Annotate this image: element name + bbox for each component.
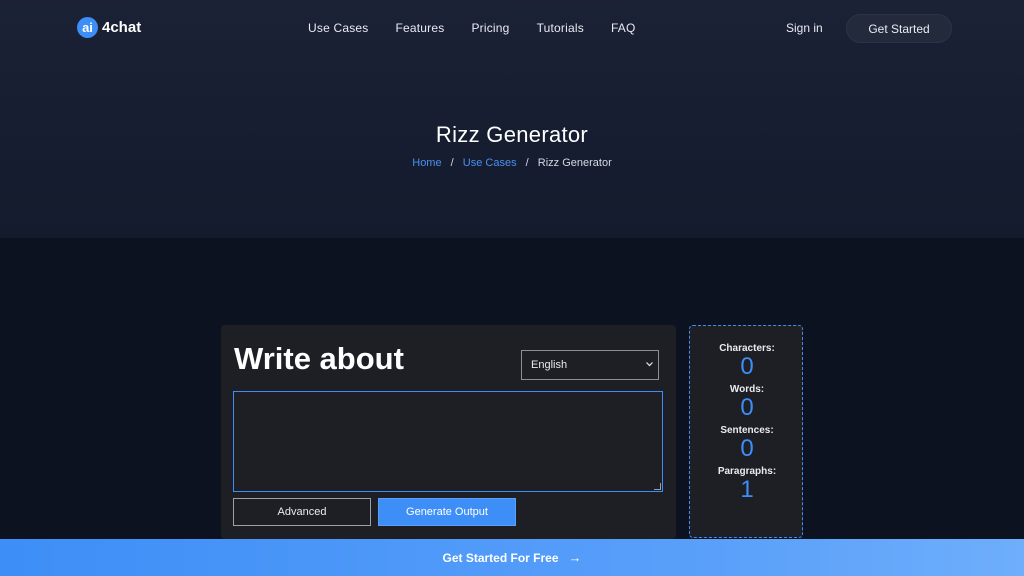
logo-badge: ai <box>77 17 98 38</box>
sign-in-link[interactable]: Sign in <box>786 21 823 35</box>
stat-value: 0 <box>740 394 754 421</box>
nav-link-faq[interactable]: FAQ <box>611 21 636 35</box>
stat-value: 0 <box>740 435 754 462</box>
nav-link-features[interactable]: Features <box>396 21 445 35</box>
stat-value: 0 <box>740 353 754 380</box>
editor-heading: Write about <box>234 341 404 376</box>
nav-link-tutorials[interactable]: Tutorials <box>537 21 584 35</box>
arrow-right-icon: → <box>568 550 582 565</box>
logo-text: 4chat <box>102 19 142 36</box>
stat-characters: Characters: 0 <box>690 343 804 379</box>
stat-value: 1 <box>740 476 754 503</box>
language-select-value: English <box>531 359 568 371</box>
stat-words: Words: 0 <box>690 384 804 420</box>
chevron-down-icon <box>646 359 653 369</box>
top-nav: ai 4chat Use Cases Features Pricing Tuto… <box>0 0 1024 58</box>
cta-label: Get Started For Free <box>442 550 559 565</box>
get-started-button[interactable]: Get Started <box>846 14 952 43</box>
generate-output-button[interactable]: Generate Output <box>378 498 516 526</box>
advanced-button[interactable]: Advanced <box>233 498 371 526</box>
stats-card: Characters: 0 Words: 0 Sentences: 0 Para… <box>689 325 803 538</box>
breadcrumb: Home / Use Cases / Rizz Generator <box>0 157 1024 169</box>
hero-section: ai 4chat Use Cases Features Pricing Tuto… <box>0 0 1024 238</box>
breadcrumb-separator: / <box>450 157 454 169</box>
logo[interactable]: ai 4chat <box>77 17 141 38</box>
breadcrumb-home[interactable]: Home <box>412 157 441 169</box>
stat-sentences: Sentences: 0 <box>690 425 804 461</box>
nav-link-pricing[interactable]: Pricing <box>471 21 509 35</box>
stat-paragraphs: Paragraphs: 1 <box>690 466 804 502</box>
nav-links: Use Cases Features Pricing Tutorials FAQ <box>308 21 663 35</box>
resize-grip-icon[interactable] <box>654 483 661 490</box>
language-select[interactable]: English <box>521 350 659 380</box>
prompt-textarea[interactable] <box>233 391 663 492</box>
breadcrumb-current: Rizz Generator <box>537 157 612 169</box>
breadcrumb-separator: / <box>525 157 529 169</box>
editor-card: Write about English Advanced Generate Ou… <box>221 325 676 539</box>
get-started-free-banner[interactable]: Get Started For Free → <box>0 539 1024 576</box>
nav-link-use-cases[interactable]: Use Cases <box>308 21 369 35</box>
page-title: Rizz Generator <box>435 122 589 147</box>
breadcrumb-use-cases[interactable]: Use Cases <box>463 157 517 169</box>
